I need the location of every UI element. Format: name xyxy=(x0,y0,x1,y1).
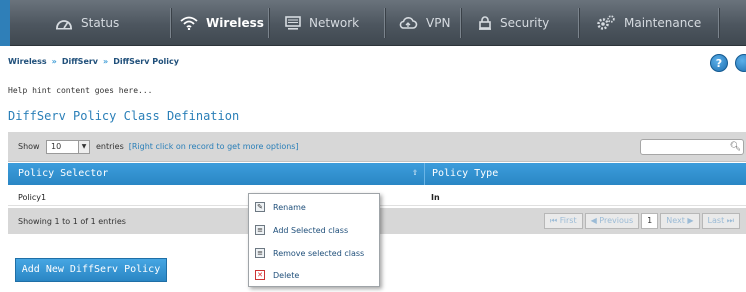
context-menu-label: Rename xyxy=(273,203,306,212)
nav-network[interactable]: Network xyxy=(285,0,359,46)
nav-status[interactable]: Status xyxy=(55,0,119,46)
context-menu-label: Remove selected class xyxy=(273,249,365,258)
column-header-policy-selector[interactable]: Policy Selector xyxy=(18,168,108,179)
nav-separator xyxy=(578,8,579,38)
context-menu: ✎ Rename ≡ Add Selected class ≡ Remove s… xyxy=(248,193,380,287)
logout-button[interactable] xyxy=(735,54,746,72)
nav-vpn-label: VPN xyxy=(426,16,451,30)
cloud-icon xyxy=(398,16,418,30)
nav-separator xyxy=(384,8,385,38)
pager-previous-button[interactable]: ◀ Previous xyxy=(584,213,640,229)
wifi-icon xyxy=(180,16,198,30)
nav-maintenance-label: Maintenance xyxy=(624,16,702,30)
monitor-icon xyxy=(285,16,301,30)
nav-security[interactable]: Security xyxy=(478,0,549,46)
nav-security-label: Security xyxy=(500,16,550,30)
help-button[interactable]: ? xyxy=(710,54,728,72)
help-hint: Help hint content goes here... xyxy=(8,86,153,95)
cell-policy-type: In xyxy=(431,193,440,202)
table-info: Showing 1 to 1 of 1 entries xyxy=(18,217,126,226)
breadcrumb: Wireless » DiffServ » DiffServ Policy xyxy=(8,57,179,66)
context-menu-label: Delete xyxy=(273,271,300,280)
top-navigation: Status Wireless Network VPN Security Mai… xyxy=(0,0,746,46)
nav-accent-edge xyxy=(0,0,10,46)
sort-icon[interactable]: ⇧ xyxy=(412,167,418,178)
column-header-policy-type[interactable]: Policy Type xyxy=(432,168,498,179)
nav-wireless-label: Wireless xyxy=(206,16,264,30)
nav-separator xyxy=(268,8,269,38)
add-new-diffserv-policy-button[interactable]: Add New DiffServ Policy xyxy=(15,258,167,282)
nav-separator xyxy=(460,8,461,38)
nav-separator xyxy=(170,8,171,38)
entries-label-group: entries [Right click on record to get mor… xyxy=(96,142,299,151)
context-menu-label: Add Selected class xyxy=(273,226,349,235)
context-menu-remove-selected-class[interactable]: ≡ Remove selected class xyxy=(249,242,379,264)
delete-x-icon: ✕ xyxy=(255,270,265,280)
table-header: Policy Selector ⇧ Policy Type xyxy=(8,163,746,185)
nav-wireless[interactable]: Wireless xyxy=(180,0,264,46)
nav-network-label: Network xyxy=(309,16,360,30)
pager-first-button[interactable]: ⏮ First xyxy=(544,213,583,229)
context-menu-rename[interactable]: ✎ Rename xyxy=(249,196,379,218)
nav-vpn[interactable]: VPN xyxy=(398,0,450,46)
entries-per-page-value: 10 xyxy=(51,142,62,151)
search-icon: 🔍︎ xyxy=(729,142,741,152)
breadcrumb-wireless[interactable]: Wireless xyxy=(8,57,47,66)
nav-maintenance[interactable]: Maintenance xyxy=(596,0,701,46)
context-menu-add-selected-class[interactable]: ≡ Add Selected class xyxy=(249,219,379,241)
context-hint: [Right click on record to get more optio… xyxy=(128,142,299,151)
page-title: DiffServ Policy Class Defination xyxy=(8,109,240,123)
nav-separator xyxy=(718,8,719,38)
pager-previous-label: Previous xyxy=(599,216,634,225)
breadcrumb-separator: » xyxy=(51,57,57,66)
pager-page-button[interactable]: 1 xyxy=(641,213,659,229)
entries-label: entries xyxy=(96,142,124,151)
pencil-icon: ✎ xyxy=(255,202,265,212)
chevron-down-icon: ▼ xyxy=(78,141,89,153)
list-icon: ≡ xyxy=(255,248,265,258)
context-menu-delete[interactable]: ✕ Delete xyxy=(249,264,379,286)
table-toolbar: Show 10 ▼ entries [Right click on record … xyxy=(8,132,746,162)
list-icon: ≡ xyxy=(255,225,265,235)
lock-icon xyxy=(478,16,492,30)
breadcrumb-diffserv-policy: DiffServ Policy xyxy=(113,57,179,66)
dashboard-icon xyxy=(55,16,73,30)
pager-last-label: Last xyxy=(707,216,725,225)
cell-policy-selector: Policy1 xyxy=(18,193,47,202)
pager-next-label: Next xyxy=(666,216,685,225)
pager-next-button[interactable]: Next ▶ xyxy=(660,213,700,229)
pager-first-label: First xyxy=(559,216,577,225)
nav-status-label: Status xyxy=(81,16,120,30)
gears-icon xyxy=(596,15,616,31)
entries-per-page-select[interactable]: 10 ▼ xyxy=(46,140,90,154)
breadcrumb-separator: » xyxy=(103,57,109,66)
search-input[interactable]: 🔍︎ xyxy=(640,139,744,155)
show-label: Show xyxy=(18,142,40,151)
pager-last-button[interactable]: Last ⏭ xyxy=(701,213,740,229)
breadcrumb-diffserv[interactable]: DiffServ xyxy=(62,57,98,66)
column-divider xyxy=(424,163,425,185)
pagination: ⏮ First ◀ Previous 1 Next ▶ Last ⏭ xyxy=(544,213,740,229)
